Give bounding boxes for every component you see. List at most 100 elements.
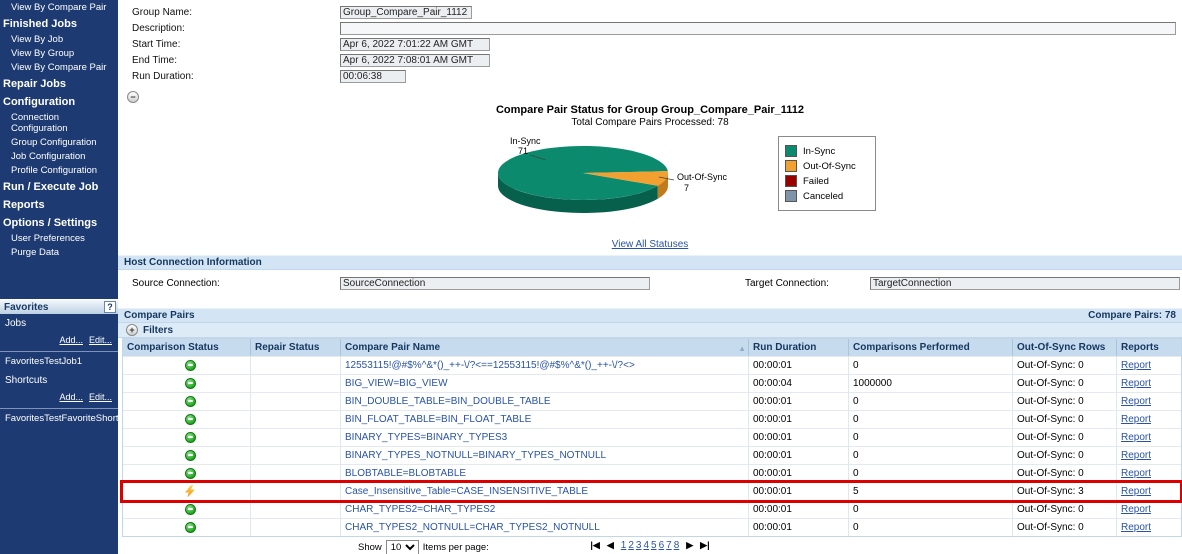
favorites-add-link[interactable]: Add... (59, 392, 83, 402)
pagination-bar: Show 10 Items per page: |◀ ◀ 12345678 ▶ … (118, 539, 1182, 554)
table-row[interactable]: CHAR_TYPES2=CHAR_TYPES2 00:00:01 0 Out-Of-S… (123, 500, 1181, 518)
comparisons-performed-cell: 0 (849, 465, 1013, 482)
description-input[interactable] (340, 22, 1176, 35)
view-all-statuses-link[interactable]: View All Statuses (612, 239, 689, 250)
sidebar-item[interactable]: View By Compare Pair (0, 0, 118, 14)
sidebar-item[interactable]: View By Group (0, 46, 118, 60)
page-number-link[interactable]: 3 (636, 540, 642, 551)
compare-pair-link[interactable]: BLOBTABLE=BLOBTABLE (345, 468, 466, 479)
reports-cell: Report (1117, 411, 1181, 428)
favorite-item-link[interactable]: FavoritesTestFavoriteShortcut (0, 411, 131, 428)
favorites-group-label[interactable]: Shortcuts (0, 371, 118, 387)
run-duration-cell: 00:00:01 (749, 411, 849, 428)
compare-pair-link[interactable]: BIN_FLOAT_TABLE=BIN_FLOAT_TABLE (345, 414, 531, 425)
prev-page-button[interactable]: ◀ (607, 540, 614, 551)
table-row[interactable]: BIN_DOUBLE_TABLE=BIN_DOUBLE_TABLE 00:00:0… (123, 392, 1181, 410)
sidebar-section-header[interactable]: Options / Settings (0, 213, 118, 231)
sidebar-section-header[interactable]: Run / Execute Job (0, 177, 118, 195)
column-header[interactable]: Comparisons Performed (849, 339, 1013, 356)
report-link[interactable]: Report (1121, 522, 1151, 533)
favorites-edit-link[interactable]: Edit... (89, 392, 112, 402)
expand-filters-button[interactable]: + (126, 324, 138, 336)
sidebar-section-header[interactable]: Configuration (0, 92, 118, 110)
group-name-input[interactable] (340, 6, 472, 19)
sidebar-item[interactable]: User Preferences (0, 231, 118, 245)
table-row[interactable]: CHAR_TYPES2_NOTNULL=CHAR_TYPES2_NOTNULL 0… (123, 518, 1181, 536)
sidebar-section-header[interactable]: Finished Jobs (0, 14, 118, 32)
comparisons-performed-cell: 0 (849, 411, 1013, 428)
favorites-add-link[interactable]: Add... (59, 335, 83, 345)
source-connection-input[interactable] (340, 276, 650, 290)
table-row[interactable]: BIG_VIEW=BIG_VIEW 00:00:04 1000000 Out-Of-S… (123, 374, 1181, 392)
page-number-link[interactable]: 7 (666, 540, 672, 551)
report-link[interactable]: Report (1121, 468, 1151, 479)
next-page-button[interactable]: ▶ (686, 540, 693, 551)
favorites-group-label[interactable]: Jobs (0, 314, 118, 330)
page-number-link[interactable]: 6 (659, 540, 665, 551)
page-number-link[interactable]: 2 (628, 540, 634, 551)
sidebar-item[interactable]: Purge Data (0, 245, 118, 259)
column-header[interactable]: Run Duration (749, 339, 849, 356)
page-number-link[interactable]: 1 (621, 540, 627, 551)
repair-status-cell (251, 357, 341, 374)
favorite-item-link[interactable]: FavoritesTestJob1 (0, 354, 118, 371)
form-row: End Time: (132, 54, 1182, 67)
table-row[interactable]: BLOBTABLE=BLOBTABLE 00:00:01 0 Out-Of-Sync:… (123, 464, 1181, 482)
page-size-select[interactable]: 10 (385, 540, 419, 554)
start-time-input[interactable] (340, 38, 490, 51)
compare-pair-link[interactable]: BIG_VIEW=BIG_VIEW (345, 378, 448, 389)
table-row[interactable]: BINARY_TYPES=BINARY_TYPES3 00:00:01 0 Out-O… (123, 428, 1181, 446)
table-row[interactable]: BIN_FLOAT_TABLE=BIN_FLOAT_TABLE 00:00:01 0… (123, 410, 1181, 428)
run-duration-input[interactable] (340, 70, 406, 83)
compare-pair-link[interactable]: BIN_DOUBLE_TABLE=BIN_DOUBLE_TABLE (345, 396, 551, 407)
favorites-edit-link[interactable]: Edit... (89, 335, 112, 345)
help-button[interactable]: ? (104, 301, 116, 313)
sidebar-item[interactable]: View By Job (0, 32, 118, 46)
in-sync-icon (185, 413, 196, 425)
compare-pair-link[interactable]: CHAR_TYPES2=CHAR_TYPES2 (345, 504, 495, 515)
report-link[interactable]: Report (1121, 486, 1151, 497)
compare-pairs-header: Compare Pairs Compare Pairs: 78 (118, 308, 1182, 323)
sidebar-section-header[interactable]: Reports (0, 195, 118, 213)
pie-value-in-sync: 71 (518, 146, 528, 156)
comparison-status-cell (123, 519, 251, 536)
first-page-button[interactable]: |◀ (590, 540, 599, 551)
legend-label: Canceled (803, 190, 844, 202)
page-number-link[interactable]: 5 (651, 540, 657, 551)
compare-pair-link[interactable]: 12553115!@#$%^&*()_++-\/?<==12553115!@#$… (345, 360, 635, 371)
target-connection-input[interactable] (870, 276, 1180, 290)
table-row[interactable]: 12553115!@#$%^&*()_++-\/?<==12553115!@#$… (123, 356, 1181, 374)
sidebar-item[interactable]: Profile Configuration (0, 163, 118, 177)
sidebar-item[interactable]: Job Configuration (0, 149, 118, 163)
sort-ascending-icon[interactable]: ▲ (738, 342, 746, 355)
report-link[interactable]: Report (1121, 378, 1151, 389)
repair-status-cell (251, 501, 341, 518)
report-link[interactable]: Report (1121, 360, 1151, 371)
report-link[interactable]: Report (1121, 396, 1151, 407)
report-link[interactable]: Report (1121, 450, 1151, 461)
report-link[interactable]: Report (1121, 432, 1151, 443)
end-time-input[interactable] (340, 54, 490, 67)
compare-pair-link[interactable]: Case_Insensitive_Table=CASE_INSENSITIVE_… (345, 486, 588, 497)
page-number-link[interactable]: 4 (643, 540, 649, 551)
page-number-link[interactable]: 8 (674, 540, 680, 551)
sidebar-item[interactable]: Group Configuration (0, 135, 118, 149)
compare-pair-link[interactable]: CHAR_TYPES2_NOTNULL=CHAR_TYPES2_NOTNULL (345, 522, 600, 533)
table-row[interactable]: BINARY_TYPES_NOTNULL=BINARY_TYPES_NOTNUL… (123, 446, 1181, 464)
column-header[interactable]: Reports (1117, 339, 1181, 356)
compare-pair-link[interactable]: BINARY_TYPES_NOTNULL=BINARY_TYPES_NOTNUL… (345, 450, 606, 461)
last-page-button[interactable]: ▶| (700, 540, 709, 551)
sidebar-item[interactable]: Connection Configuration (0, 110, 118, 135)
report-link[interactable]: Report (1121, 504, 1151, 515)
form-row: Run Duration: (132, 70, 1182, 83)
sidebar-section-header[interactable]: Repair Jobs (0, 74, 118, 92)
column-header[interactable]: Comparison Status (123, 339, 251, 356)
column-header[interactable]: Compare Pair Name ▲ (341, 339, 749, 356)
collapse-section-button[interactable]: − (127, 91, 139, 103)
compare-pair-link[interactable]: BINARY_TYPES=BINARY_TYPES3 (345, 432, 507, 443)
report-link[interactable]: Report (1121, 414, 1151, 425)
column-header[interactable]: Out-Of-Sync Rows (1013, 339, 1117, 356)
sidebar-item[interactable]: View By Compare Pair (0, 60, 118, 74)
column-header[interactable]: Repair Status (251, 339, 341, 356)
table-row[interactable]: Case_Insensitive_Table=CASE_INSENSITIVE_… (120, 480, 1182, 503)
